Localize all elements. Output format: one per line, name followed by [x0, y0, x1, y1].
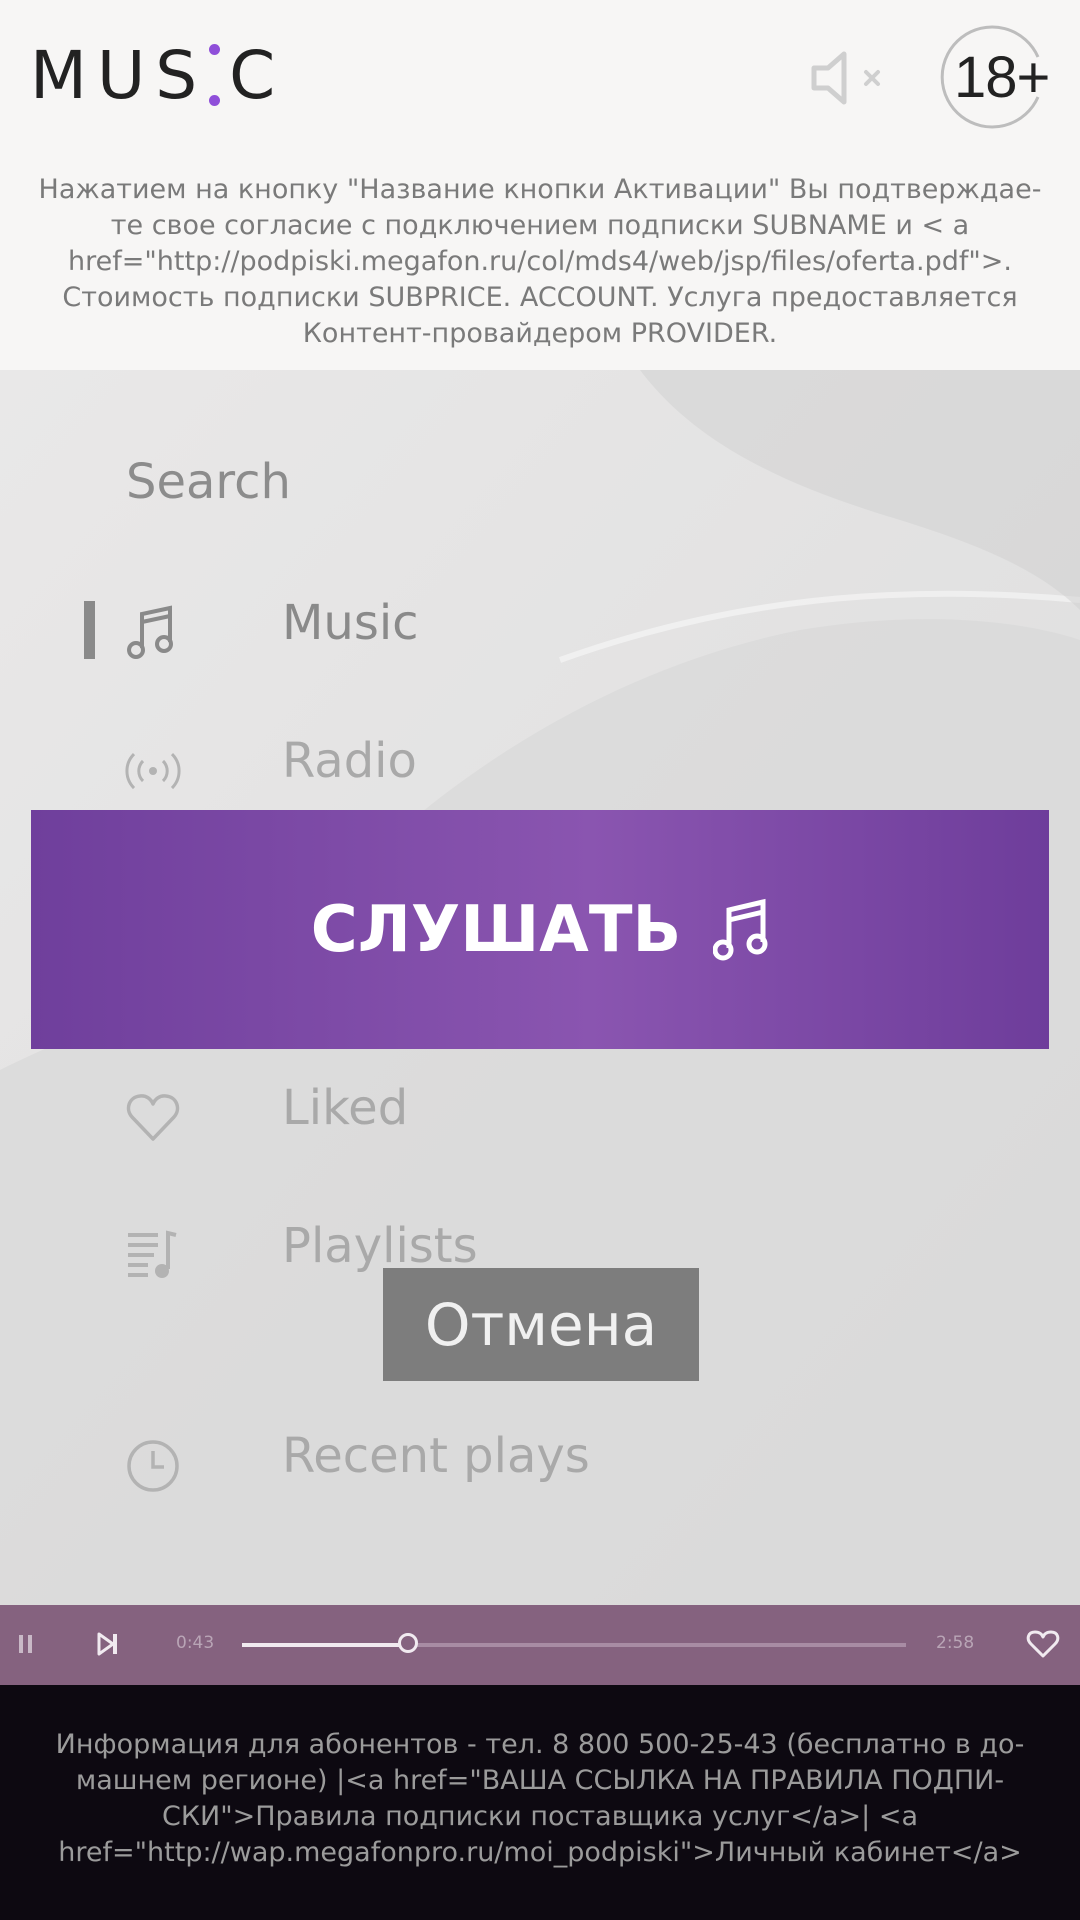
- music-note-icon: [713, 898, 768, 960]
- progress-slider[interactable]: [242, 1633, 906, 1653]
- sidebar-item-label: Playlists: [282, 1218, 478, 1274]
- progress-handle[interactable]: [398, 1633, 418, 1653]
- footer: Информация для абонентов - тел. 8 800 50…: [0, 1685, 1080, 1920]
- sidebar-item-music[interactable]: Music: [0, 579, 1080, 679]
- music-note-icon: [127, 605, 173, 659]
- progress-fill: [242, 1643, 408, 1647]
- playlist-icon: [128, 1230, 177, 1278]
- sidebar-item-label: Music: [282, 595, 419, 651]
- elapsed-time: 0:43: [176, 1633, 215, 1653]
- age-rating-badge: 18+: [940, 22, 1050, 132]
- app-logo[interactable]: MUS C: [30, 37, 285, 114]
- logo-text-left: MUS: [30, 36, 208, 114]
- sidebar-item-label: Radio: [282, 733, 417, 789]
- sidebar-item-label: Liked: [282, 1080, 409, 1136]
- listen-button-label: СЛУШАТЬ: [310, 892, 682, 967]
- logo-text-right: C: [229, 36, 286, 114]
- total-duration: 2:58: [936, 1633, 975, 1653]
- search-link[interactable]: Search: [126, 454, 291, 510]
- heart-icon[interactable]: [1026, 1629, 1060, 1659]
- age-rating-text: 18+: [954, 45, 1050, 110]
- header: MUS C 18+ Нажатием на кнопку "Название к…: [0, 0, 1080, 370]
- logo-dots: [209, 44, 221, 106]
- sidebar-item-label: Recent plays: [282, 1428, 590, 1484]
- sidebar-item-radio[interactable]: Radio: [0, 717, 1080, 817]
- subscription-disclaimer: Нажатием на кнопку "Название кнопки Акти…: [38, 174, 1042, 349]
- cancel-button-label: Отмена: [424, 1290, 658, 1359]
- speaker-muted-icon[interactable]: [808, 48, 890, 108]
- sidebar-item-liked[interactable]: Liked: [0, 1064, 1080, 1164]
- footer-info-text: Информация для абонентов - тел. 8 800 50…: [55, 1729, 1025, 1868]
- active-indicator: [84, 601, 95, 659]
- sidebar-item-recent-plays[interactable]: Recent plays: [0, 1412, 1080, 1512]
- radio-broadcast-icon: [125, 752, 181, 790]
- player-bar: 0:43 2:58: [0, 1605, 1080, 1685]
- cancel-button[interactable]: Отмена: [383, 1268, 699, 1381]
- next-track-icon[interactable]: [96, 1629, 120, 1659]
- heart-icon: [126, 1094, 180, 1141]
- pause-icon[interactable]: [16, 1629, 36, 1659]
- clock-icon: [127, 1440, 179, 1492]
- listen-button[interactable]: СЛУШАТЬ: [31, 810, 1049, 1049]
